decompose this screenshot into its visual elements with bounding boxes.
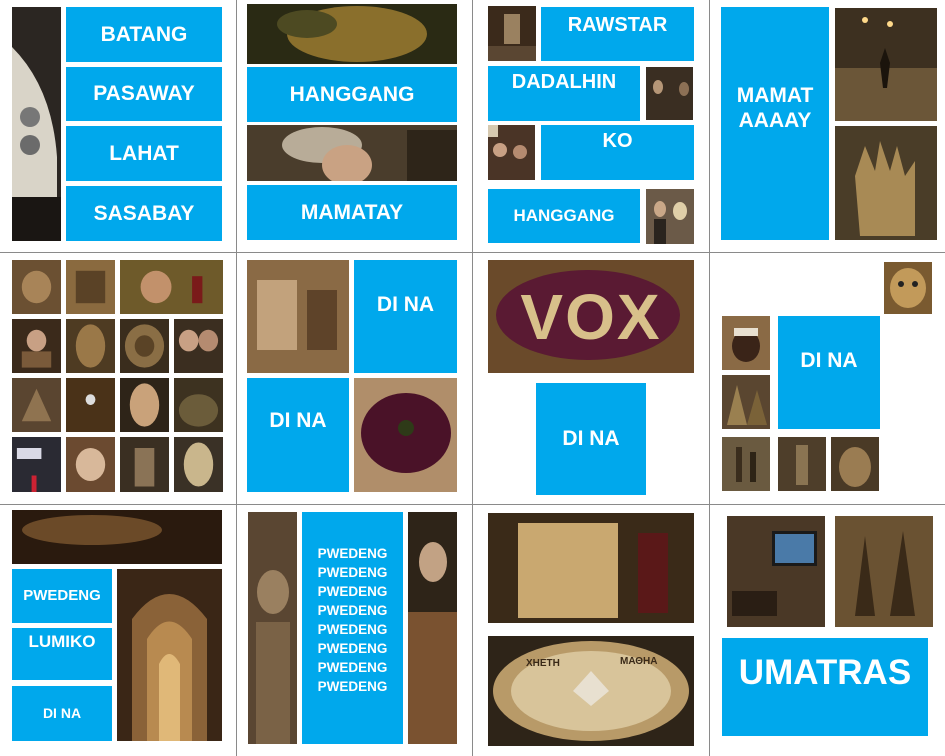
lyric-line: MAMAT (736, 84, 814, 107)
lyric-tile: SASABAY (66, 186, 222, 241)
lyric-tile: DADALHIN (488, 66, 640, 121)
tiger-photo (884, 262, 932, 314)
lyric-line: PWEDENG (317, 660, 388, 675)
grid-divider (236, 0, 237, 756)
thumb-photo (12, 319, 61, 373)
dark-blur-photo (12, 510, 222, 564)
vox-sign-text: VOX (520, 280, 662, 353)
lyric-tile: DI NA (536, 383, 646, 495)
man-in-cap-photo (247, 125, 457, 181)
thumb-photo (120, 378, 169, 432)
lyric-tile: DI NA (247, 378, 349, 492)
couple-photo (646, 189, 694, 244)
lyric-line: PWEDENG (317, 603, 388, 618)
lyric-tile: MAMATAY (247, 185, 457, 240)
arches-photo (117, 569, 222, 741)
thumb-photo (66, 319, 115, 373)
bathroom-photo (247, 260, 349, 373)
carving-photo (835, 516, 933, 627)
lyric-tile: BATANG (66, 7, 222, 62)
people-photo (646, 67, 693, 120)
thumb-photo (174, 437, 223, 492)
lyric-line: PWEDENG (317, 641, 388, 656)
thumb-photo (66, 437, 115, 492)
old-man-photo (408, 512, 457, 744)
thumb-photo (66, 260, 115, 314)
thumb-photo (66, 378, 115, 432)
lyric-line: PWEDENG (317, 622, 388, 637)
thumb-photo (120, 437, 169, 492)
lyric-line: AAAAY (738, 109, 812, 133)
lyric-line: PWEDENG (317, 565, 388, 580)
lyric-tile: KO (541, 125, 694, 180)
lyric-tile: HANGGANG (488, 189, 640, 243)
lyric-line: PWEDENG (317, 584, 388, 599)
lyric-tile: PWEDENG PWEDENG PWEDENG PWEDENG PWEDENG … (302, 512, 403, 744)
thumb-photo (174, 319, 223, 373)
vox-sign-photo: VOX (488, 260, 694, 373)
forest-photo (247, 4, 457, 64)
mosaic-text: ΧΗΕΤΗ (526, 658, 560, 669)
lyric-line: PWEDENG (317, 679, 388, 694)
party-photo (488, 125, 535, 180)
mosaic-photo: ΧΗΕΤΗ ΜΑΘΗΑ (488, 636, 694, 746)
lyric-line: PWEDENG (317, 546, 388, 561)
lyric-tile: LAHAT (66, 126, 222, 181)
thumb-photo (120, 319, 169, 373)
thumb-photo (12, 260, 61, 314)
car-photo (12, 7, 61, 241)
lyric-tile: LUMIKO (12, 628, 112, 680)
thumb-photo (174, 378, 223, 432)
palm-sculpture-photo (835, 126, 937, 240)
lyric-tile: HANGGANG (247, 67, 457, 122)
lyric-tile: DI NA (354, 260, 457, 373)
thumb-photo (12, 437, 61, 492)
grid-divider (0, 504, 945, 505)
lyric-tile: PASAWAY (66, 67, 222, 121)
mural-photo (722, 375, 770, 429)
terracotta-warrior-photo (248, 512, 297, 744)
skater-photo (835, 8, 937, 121)
figures-photo (722, 437, 770, 491)
blender-photo (488, 513, 694, 623)
lyric-tile: MAMAT AAAAY (721, 7, 829, 240)
lyric-tile: DI NA (778, 316, 880, 429)
man-photo (722, 316, 770, 370)
tv-room-photo (727, 516, 825, 627)
grid-divider (0, 252, 945, 253)
thumb-photo (120, 260, 223, 314)
lyric-tile: UMATRAS (722, 638, 928, 736)
lyric-tile: PWEDENG (12, 569, 112, 623)
lyric-tile: DI NA (12, 686, 112, 741)
thumb-photo (12, 378, 61, 432)
grid-divider (472, 0, 473, 756)
soup-photo (354, 378, 457, 492)
church-photo (488, 6, 536, 61)
grid-divider (709, 0, 710, 756)
hand-sculpture-photo (831, 437, 879, 491)
lyric-tile: RAWSTAR (541, 7, 694, 61)
statue-photo (778, 437, 826, 491)
mosaic-text: ΜΑΘΗΑ (620, 656, 658, 667)
